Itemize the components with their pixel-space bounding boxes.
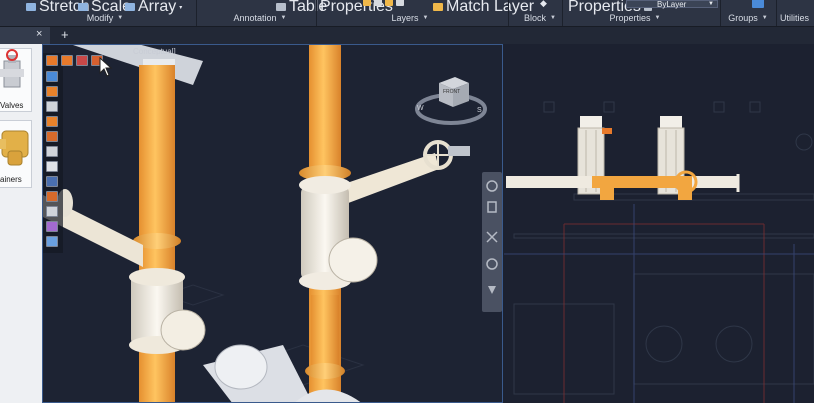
- viewport-3d[interactable]: Conceptual] FRONT W S: [42, 44, 503, 403]
- array-icon: [125, 3, 135, 11]
- valve-stem: [448, 146, 470, 156]
- valve-bonnet: [160, 309, 206, 351]
- tool-icon[interactable]: [46, 55, 58, 66]
- valve-flange: [129, 268, 185, 286]
- ribbon-separator: [508, 0, 509, 26]
- layer-icon: [363, 0, 371, 6]
- close-icon[interactable]: ×: [36, 28, 42, 40]
- ribbon-separator: [562, 0, 563, 26]
- new-tab-button[interactable]: +: [61, 27, 69, 42]
- strainer-icon: [0, 130, 29, 166]
- viewcube[interactable]: FRONT W S: [415, 71, 487, 131]
- ribbon-separator: [316, 0, 317, 26]
- insert-block-button[interactable]: ◆: [540, 0, 547, 9]
- lineweight-dropdown[interactable]: ByLayer ▼: [626, 0, 718, 9]
- chevron-down-icon: ▼: [708, 1, 714, 7]
- block-panel-title[interactable]: Block ▼: [515, 12, 565, 24]
- palette-item-strainers[interactable]: ainers: [0, 120, 32, 188]
- diamond-icon: ◆: [540, 0, 547, 8]
- annotation-panel-title[interactable]: Annotation ▼: [210, 12, 310, 24]
- visual-style-label[interactable]: Conceptual]: [133, 47, 176, 56]
- ribbon-separator: [776, 0, 777, 26]
- compass-west-label: W: [417, 105, 424, 112]
- ribbon: Stretch Scale Array ▾ Modify ▼ Table Anno…: [0, 0, 814, 27]
- tool-icon[interactable]: [46, 131, 58, 142]
- plan-drawing: [504, 101, 814, 403]
- table-icon: [276, 3, 286, 11]
- tool-icon[interactable]: [46, 191, 58, 202]
- drawing-tab[interactable]: ×: [0, 27, 50, 44]
- tool-icon[interactable]: [76, 55, 88, 66]
- ribbon-separator: [720, 0, 721, 26]
- tool-icon[interactable]: [46, 86, 58, 97]
- valve-bonnet: [328, 237, 378, 283]
- groups-panel-title[interactable]: Groups ▼: [724, 12, 772, 24]
- match-layer-icon: [433, 3, 443, 11]
- tool-icon[interactable]: [61, 55, 73, 66]
- scale-icon: [78, 3, 88, 11]
- pipe-flange: [305, 363, 345, 379]
- palette-item-valves[interactable]: Valves: [0, 48, 32, 112]
- viewcube-front-label: FRONT: [443, 89, 461, 95]
- pipe-fitting: [214, 344, 268, 390]
- layer-icon: [396, 0, 404, 6]
- tool-icon[interactable]: [46, 71, 58, 82]
- layers-panel-title[interactable]: Layers ▼: [360, 12, 460, 24]
- cursor-icon: [99, 57, 113, 77]
- layer-icon: [374, 0, 382, 6]
- layer-tools[interactable]: [363, 0, 404, 6]
- tool-icon[interactable]: [46, 221, 58, 232]
- layer-icon: [385, 0, 393, 6]
- group-icon: [752, 0, 764, 8]
- valve-flange: [299, 176, 351, 194]
- gate-valve-icon: [0, 49, 24, 88]
- tool-palette: Valves ainers: [0, 44, 43, 403]
- viewport-2d[interactable]: [504, 44, 814, 403]
- modify-panel-title[interactable]: Modify ▼: [60, 12, 150, 24]
- file-tab-bar: × +: [0, 27, 814, 44]
- tool-icon[interactable]: [46, 146, 58, 157]
- utilities-panel-title[interactable]: Utilities: [780, 12, 814, 24]
- navigation-bar[interactable]: [482, 172, 502, 312]
- properties-panel-title[interactable]: Properties ▼: [600, 12, 670, 24]
- palette-item-label: Valves: [0, 101, 24, 110]
- viewcube-icon: [415, 77, 487, 125]
- ribbon-separator: [196, 0, 197, 26]
- palette-item-label: ainers: [0, 175, 22, 184]
- group-button[interactable]: [752, 0, 764, 8]
- tool-icon[interactable]: [46, 176, 58, 187]
- tool-icon[interactable]: [46, 101, 58, 112]
- compass-south-label: S: [477, 107, 482, 114]
- stretch-icon: [26, 3, 36, 11]
- nav-tools: [486, 180, 498, 294]
- tool-icon[interactable]: [46, 236, 58, 247]
- tool-icon[interactable]: [46, 116, 58, 127]
- tool-icon[interactable]: [46, 206, 58, 217]
- tool-icon[interactable]: [46, 161, 58, 172]
